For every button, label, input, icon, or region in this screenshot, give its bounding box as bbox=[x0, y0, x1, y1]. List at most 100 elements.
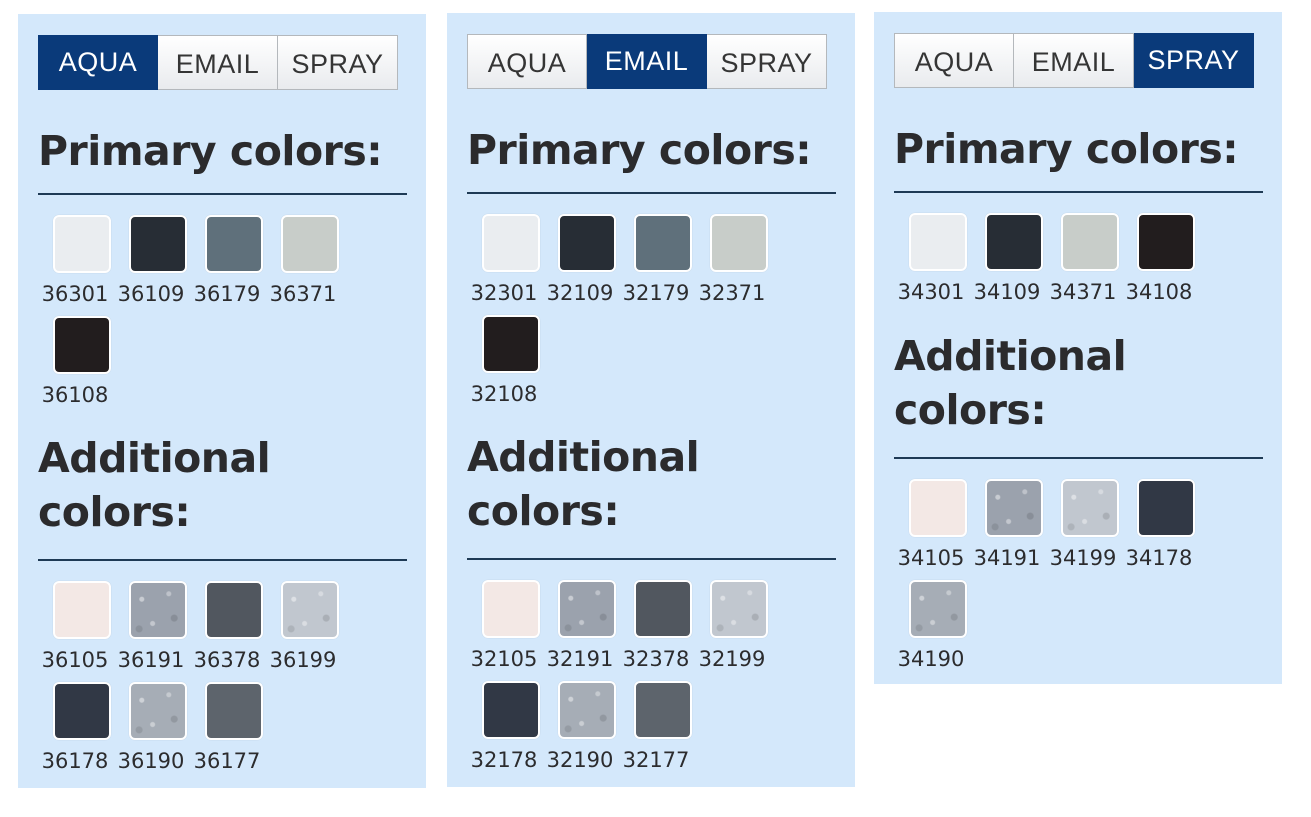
color-swatch[interactable]: 32105 bbox=[470, 580, 549, 671]
color-chip[interactable] bbox=[985, 479, 1043, 537]
divider bbox=[38, 559, 407, 561]
color-code: 34190 bbox=[897, 647, 965, 671]
tab-email[interactable]: EMAIL bbox=[1014, 33, 1134, 88]
color-chip[interactable] bbox=[1061, 479, 1119, 537]
color-chip[interactable] bbox=[634, 214, 692, 272]
color-chip[interactable] bbox=[1061, 213, 1119, 271]
color-chip[interactable] bbox=[634, 681, 692, 739]
color-swatch[interactable]: 36177 bbox=[193, 682, 272, 773]
color-swatch[interactable]: 34190 bbox=[897, 580, 976, 671]
color-code: 32190 bbox=[546, 748, 614, 772]
color-swatch[interactable]: 36179 bbox=[193, 215, 272, 306]
tab-email[interactable]: EMAIL bbox=[587, 34, 707, 89]
additional-colors-grid: 32105 32191 32378 32199 32178 32190 32177 bbox=[470, 580, 803, 782]
color-code: 36177 bbox=[193, 749, 261, 773]
primary-colors-heading: Primary colors: bbox=[38, 127, 383, 175]
primary-colors-grid: 36301 36109 36179 36371 36108 bbox=[42, 215, 374, 417]
color-chip[interactable] bbox=[281, 215, 339, 273]
tab-spray[interactable]: SPRAY bbox=[707, 34, 827, 89]
color-chip[interactable] bbox=[281, 581, 339, 639]
color-swatch[interactable]: 34108 bbox=[1126, 213, 1204, 304]
color-chip[interactable] bbox=[205, 682, 263, 740]
tab-spray[interactable]: SPRAY bbox=[1134, 33, 1254, 88]
color-swatch[interactable]: 32190 bbox=[546, 681, 625, 772]
color-chip[interactable] bbox=[558, 580, 616, 638]
color-code: 34178 bbox=[1125, 546, 1193, 570]
color-code: 36199 bbox=[269, 648, 337, 672]
color-swatch[interactable]: 36371 bbox=[269, 215, 348, 306]
color-chip[interactable] bbox=[710, 214, 768, 272]
color-code: 36371 bbox=[269, 282, 337, 306]
tab-aqua[interactable]: AQUA bbox=[467, 34, 587, 89]
color-chip[interactable] bbox=[482, 580, 540, 638]
color-swatch[interactable]: 32191 bbox=[547, 580, 625, 671]
color-code: 32177 bbox=[622, 748, 690, 772]
color-swatch[interactable]: 32199 bbox=[698, 580, 777, 671]
color-swatch[interactable]: 32177 bbox=[622, 681, 701, 772]
finish-tabs: AQUA EMAIL SPRAY bbox=[38, 35, 398, 90]
color-code: 32105 bbox=[470, 647, 538, 671]
color-code: 32199 bbox=[698, 647, 766, 671]
color-code: 36179 bbox=[193, 282, 261, 306]
color-chip[interactable] bbox=[909, 479, 967, 537]
color-chip[interactable] bbox=[53, 682, 111, 740]
color-chip[interactable] bbox=[1137, 479, 1195, 537]
color-swatch[interactable]: 32371 bbox=[698, 214, 777, 305]
color-swatch[interactable]: 34109 bbox=[974, 213, 1052, 304]
color-code: 32371 bbox=[698, 281, 766, 305]
color-chip[interactable] bbox=[205, 581, 263, 639]
color-chip[interactable] bbox=[482, 315, 540, 373]
additional-colors-grid: 34105 34191 34199 34178 34190 bbox=[897, 479, 1230, 681]
color-chip[interactable] bbox=[129, 215, 187, 273]
color-swatch[interactable]: 32178 bbox=[471, 681, 549, 772]
color-chip[interactable] bbox=[53, 316, 111, 374]
color-chip[interactable] bbox=[909, 580, 967, 638]
color-swatch[interactable]: 36199 bbox=[269, 581, 348, 672]
color-swatch[interactable]: 34371 bbox=[1050, 213, 1128, 304]
color-swatch[interactable]: 36378 bbox=[194, 581, 272, 672]
color-swatch[interactable]: 32179 bbox=[623, 214, 701, 305]
color-chip[interactable] bbox=[129, 581, 187, 639]
color-chip[interactable] bbox=[985, 213, 1043, 271]
finish-tabs: AQUA EMAIL SPRAY bbox=[894, 33, 1254, 88]
color-swatch[interactable]: 36109 bbox=[118, 215, 196, 306]
color-swatch[interactable]: 32378 bbox=[623, 580, 701, 671]
color-chip[interactable] bbox=[634, 580, 692, 638]
color-swatch[interactable]: 36105 bbox=[42, 581, 120, 672]
color-chip[interactable] bbox=[558, 214, 616, 272]
color-code: 34199 bbox=[1049, 546, 1117, 570]
color-chip[interactable] bbox=[53, 215, 111, 273]
tab-email[interactable]: EMAIL bbox=[158, 35, 278, 90]
divider bbox=[467, 192, 836, 194]
color-swatch[interactable]: 32109 bbox=[547, 214, 625, 305]
color-swatch[interactable]: 32301 bbox=[471, 214, 549, 305]
color-chip[interactable] bbox=[1137, 213, 1195, 271]
color-swatch[interactable]: 36108 bbox=[42, 316, 120, 407]
color-panel-aqua: AQUA EMAIL SPRAY Primary colors: 36301 36109 3… bbox=[18, 14, 426, 788]
color-code: 34301 bbox=[897, 280, 965, 304]
divider bbox=[894, 191, 1263, 193]
color-chip[interactable] bbox=[129, 682, 187, 740]
color-chip[interactable] bbox=[205, 215, 263, 273]
color-chip[interactable] bbox=[482, 681, 540, 739]
tab-aqua[interactable]: AQUA bbox=[894, 33, 1014, 88]
color-swatch[interactable]: 34199 bbox=[1049, 479, 1128, 570]
color-chip[interactable] bbox=[482, 214, 540, 272]
color-chip[interactable] bbox=[909, 213, 967, 271]
color-code: 34105 bbox=[897, 546, 965, 570]
color-swatch[interactable]: 34105 bbox=[897, 479, 976, 570]
divider bbox=[38, 193, 407, 195]
color-swatch[interactable]: 32108 bbox=[471, 315, 549, 406]
color-swatch[interactable]: 36178 bbox=[42, 682, 120, 773]
color-swatch[interactable]: 36190 bbox=[118, 682, 196, 773]
color-chip[interactable] bbox=[710, 580, 768, 638]
color-chip[interactable] bbox=[558, 681, 616, 739]
color-chip[interactable] bbox=[53, 581, 111, 639]
color-swatch[interactable]: 34191 bbox=[974, 479, 1052, 570]
color-swatch[interactable]: 34178 bbox=[1125, 479, 1204, 570]
tab-spray[interactable]: SPRAY bbox=[278, 35, 398, 90]
color-swatch[interactable]: 34301 bbox=[897, 213, 976, 304]
color-swatch[interactable]: 36301 bbox=[42, 215, 120, 306]
color-swatch[interactable]: 36191 bbox=[118, 581, 196, 672]
tab-aqua[interactable]: AQUA bbox=[38, 35, 158, 90]
